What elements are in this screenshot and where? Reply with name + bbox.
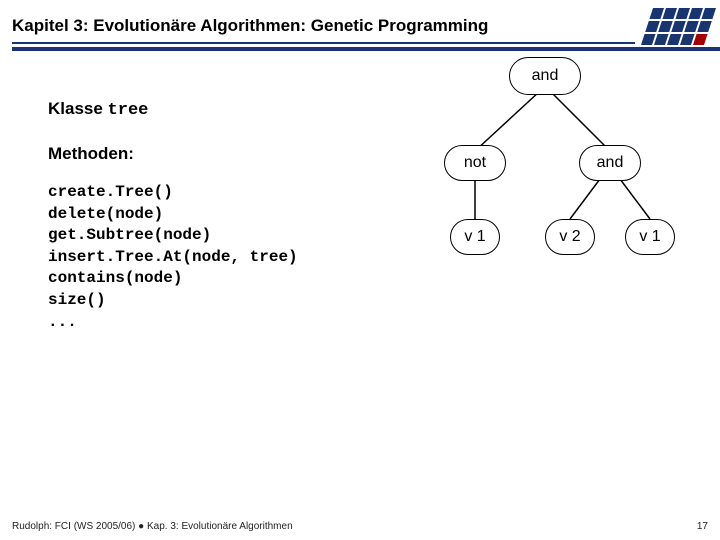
slide-header: Kapitel 3: Evolutionäre Algorithmen: Gen…	[0, 0, 720, 51]
tree-node-root: and	[509, 57, 581, 95]
tree-diagram: and not and v 1 v 2 v 1	[400, 51, 700, 311]
slide-title: Kapitel 3: Evolutionäre Algorithmen: Gen…	[12, 16, 720, 36]
page-number: 17	[697, 521, 708, 532]
slide-content: Klasse tree Methoden: create.Tree() dele…	[0, 51, 720, 333]
tree-node-rr: v 1	[625, 219, 675, 255]
slide-footer: Rudolph: FCI (WS 2005/06) ● Kap. 3: Evol…	[12, 521, 708, 532]
grid-logo	[641, 8, 716, 45]
tree-node-rl: v 2	[545, 219, 595, 255]
class-name: tree	[108, 101, 149, 120]
tree-node-r: and	[579, 145, 641, 181]
class-label: Klasse	[48, 99, 108, 118]
footer-text: Rudolph: FCI (WS 2005/06) ● Kap. 3: Evol…	[12, 521, 293, 532]
header-rule-thin	[12, 42, 635, 44]
tree-node-ll: v 1	[450, 219, 500, 255]
tree-node-l: not	[444, 145, 506, 181]
